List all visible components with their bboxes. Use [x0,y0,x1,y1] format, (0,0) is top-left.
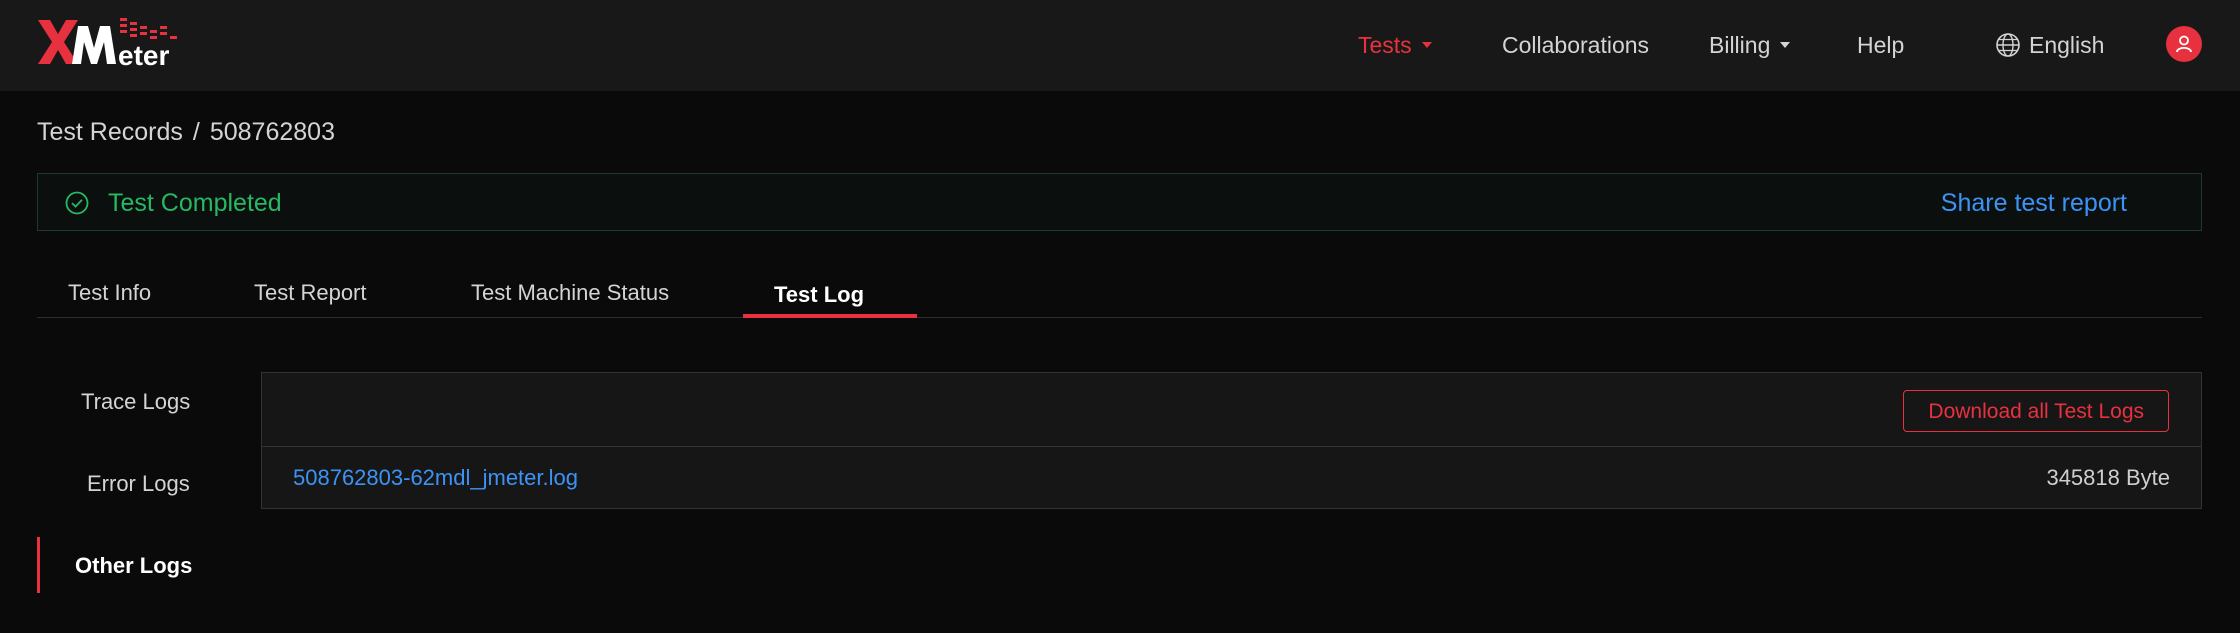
nav-billing[interactable]: Billing [1709,30,1791,60]
log-menu-error-logs[interactable]: Error Logs [87,471,190,497]
share-report-link[interactable]: Share test report [1941,188,2127,218]
xmeter-logo[interactable]: eter [36,16,180,68]
status-banner: Test Completed Share test report [37,173,2202,231]
active-tab-indicator [743,314,917,318]
breadcrumb-parent[interactable]: Test Records [37,118,183,146]
nav-tests-label: Tests [1358,32,1412,58]
nav-collaborations-label: Collaborations [1502,32,1650,58]
nav-help[interactable]: Help [1857,30,1904,60]
tab-test-log[interactable]: Test Log [774,282,864,308]
log-menu-other-logs[interactable]: Other Logs [75,553,192,579]
tab-bar: Test Info Test Report Test Machine Statu… [37,270,2202,318]
caret-down-icon [1421,41,1432,48]
log-panel: Download all Test Logs 508762803-62mdl_j… [261,372,2202,509]
tab-test-report[interactable]: Test Report [254,280,367,306]
nav-collaborations[interactable]: Collaborations [1502,30,1649,60]
language-label: English [2029,32,2105,58]
status-text: Test Completed [108,189,282,217]
log-file-link[interactable]: 508762803-62mdl_jmeter.log [293,465,578,491]
user-avatar[interactable] [2166,26,2202,62]
top-navbar: eter Tests Collaborations Billing Help E… [0,0,2240,91]
language-selector[interactable]: English [1995,30,2104,60]
globe-icon [1996,33,2020,57]
log-panel-toolbar: Download all Test Logs [262,373,2201,447]
active-log-indicator [37,537,40,593]
log-file-size: 345818 Byte [2046,465,2170,490]
tab-test-machine-status[interactable]: Test Machine Status [471,280,669,306]
breadcrumb: Test Records / 508762803 [37,118,335,147]
log-file-row: 508762803-62mdl_jmeter.log 345818 Byte [262,447,2201,509]
check-circle-icon [65,191,89,215]
nav-tests[interactable]: Tests [1358,30,1432,60]
nav-billing-label: Billing [1709,32,1771,58]
breadcrumb-separator: / [192,118,200,146]
nav-help-label: Help [1857,32,1905,58]
caret-down-icon [1780,41,1791,48]
svg-text:eter: eter [118,40,169,68]
user-icon [2176,35,2192,53]
breadcrumb-current: 508762803 [209,118,335,146]
tab-test-info[interactable]: Test Info [68,280,151,306]
download-all-logs-button[interactable]: Download all Test Logs [1903,390,2169,432]
log-menu-trace-logs[interactable]: Trace Logs [81,389,190,415]
